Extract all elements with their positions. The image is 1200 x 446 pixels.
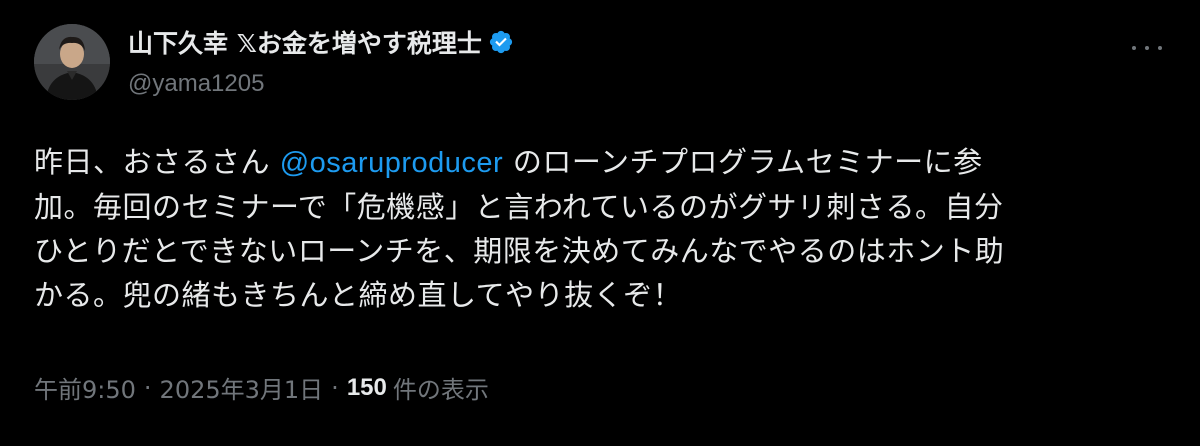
avatar-photo-icon — [34, 24, 110, 100]
more-dot — [1145, 46, 1149, 50]
meta-separator: · — [331, 373, 339, 402]
meta-separator: · — [143, 373, 152, 402]
user-handle[interactable]: @yama1205 — [128, 70, 1140, 98]
name-row: 山下久幸 𝕏お金を増やす税理士 — [128, 24, 1140, 60]
display-name[interactable]: 山下久幸 𝕏お金を増やす税理士 — [128, 24, 482, 60]
views-label: 件の表示 — [392, 376, 489, 404]
tweet-card: 山下久幸 𝕏お金を増やす税理士 @yama1205 昨日、おさるさん @osar… — [0, 0, 1200, 446]
tweet-meta: 午前9:50 · 2025年3月1日 · 150 件の表示 — [34, 370, 489, 405]
more-dot — [1158, 46, 1162, 50]
tweet-line: 加。毎回のセミナーで「危機感」と言われているのがグサリ刺さる。自分 — [34, 190, 1004, 224]
tweet-text: 昨日、おさるさん @osaruproducer のローンチプログラムセミナーに参… — [34, 140, 1174, 317]
verified-badge-icon[interactable] — [488, 29, 514, 55]
tweet-line: かる。兜の緒もきちんと締め直してやり抜くぞ！ — [34, 278, 683, 312]
tweet-line: 昨日、おさるさん @osaruproducer のローンチプログラムセミナーに参 — [34, 140, 1174, 185]
tweet-time[interactable]: 午前9:50 — [34, 370, 136, 405]
tweet-line: ひとりだとできないローンチを、期限を決めてみんなでやるのはホント助 — [34, 234, 1005, 268]
mention-link[interactable]: @osaruproducer — [280, 147, 503, 179]
avatar[interactable] — [34, 24, 110, 100]
tweet-text-segment: のローンチプログラムセミナーに参 — [503, 145, 983, 179]
tweet-text-segment: 昨日、おさるさん — [34, 145, 280, 179]
tweet-header: 山下久幸 𝕏お金を増やす税理士 @yama1205 — [128, 24, 1140, 98]
more-options-icon[interactable] — [1132, 38, 1162, 58]
views-count[interactable]: 150 — [347, 374, 387, 402]
tweet-date[interactable]: 2025年3月1日 — [160, 370, 324, 405]
more-dot — [1132, 46, 1136, 50]
